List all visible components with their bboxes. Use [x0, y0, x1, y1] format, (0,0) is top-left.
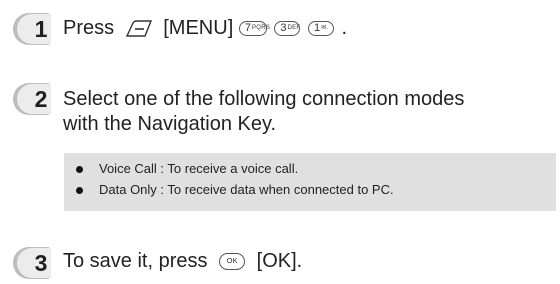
menu-label: [MENU]	[163, 17, 234, 39]
step-3-text: To save it, press OK [OK].	[63, 249, 302, 274]
step-1-suffix: .	[341, 17, 348, 39]
step-number: 1	[34, 16, 48, 42]
key-3-icon: 3DEF	[274, 21, 301, 37]
connection-modes-note: Voice Call : To receive a voice call. Da…	[64, 153, 556, 211]
menu-softkey-icon	[125, 20, 152, 37]
step-number-badge: 1	[9, 12, 61, 46]
ok-label: [OK].	[256, 250, 303, 272]
step-number-badge: 3	[9, 246, 61, 280]
bullet-icon	[76, 187, 83, 195]
key-1-icon: 1✉.	[307, 21, 334, 37]
step-2-line-2: with the Navigation Key.	[63, 113, 277, 135]
step-1-prefix: Press	[63, 17, 115, 39]
step-number-badge: 2	[9, 82, 61, 116]
note-item: Data Only : To receive data when connect…	[76, 182, 394, 197]
step-2-line-1: Select one of the following connection m…	[63, 88, 465, 110]
step-number: 3	[34, 250, 48, 276]
step-number: 2	[34, 86, 48, 112]
ok-key-icon: OK	[219, 253, 246, 271]
bullet-icon	[76, 166, 83, 174]
step-3-prefix: To save it, press	[63, 250, 208, 272]
step-1-text: Press [MENU] 7PQRS 3DEF 1✉. .	[63, 16, 347, 41]
key-7-icon: 7PQRS	[238, 21, 270, 37]
note-item: Voice Call : To receive a voice call.	[76, 161, 298, 176]
